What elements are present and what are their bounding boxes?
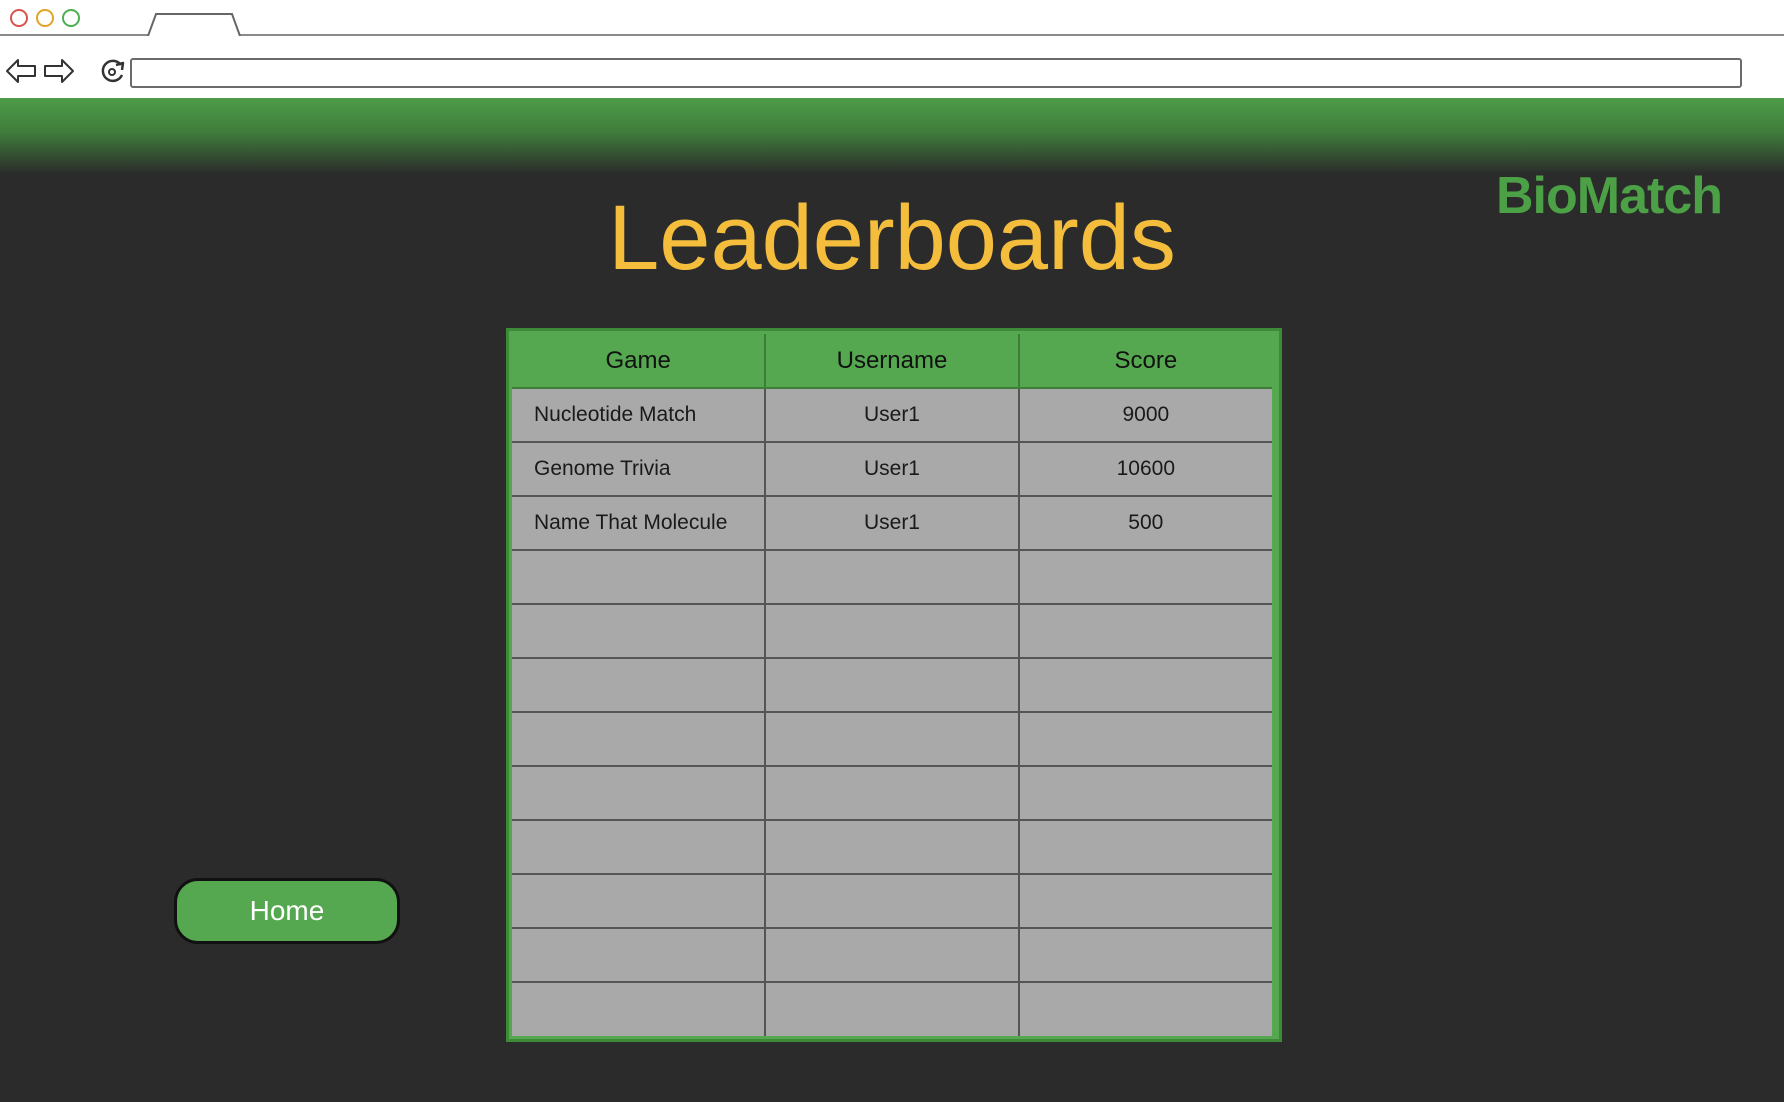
table-row xyxy=(512,982,1272,1036)
table-row xyxy=(512,658,1272,713)
score-cell xyxy=(1018,928,1272,983)
table-row xyxy=(512,874,1272,929)
close-window-icon[interactable] xyxy=(10,9,28,27)
column-header-game[interactable]: Game xyxy=(512,334,767,389)
browser-toolbar xyxy=(0,36,1784,98)
username-cell xyxy=(765,982,1020,1036)
table-row xyxy=(512,928,1272,983)
username-cell: User1 xyxy=(765,496,1020,551)
table-row xyxy=(512,766,1272,821)
minimize-window-icon[interactable] xyxy=(36,9,54,27)
game-cell: Genome Trivia xyxy=(512,442,767,497)
leaderboard-table: Game Username Score Nucleotide Match User… xyxy=(506,328,1282,1042)
username-cell xyxy=(765,820,1020,875)
home-button[interactable]: Home xyxy=(174,878,400,944)
score-cell: 500 xyxy=(1018,496,1272,551)
table-row xyxy=(512,604,1272,659)
table-header-row: Game Username Score xyxy=(512,334,1272,389)
game-cell xyxy=(512,874,767,929)
table-row: Nucleotide Match User1 9000 xyxy=(512,388,1272,443)
table-row xyxy=(512,820,1272,875)
username-cell: User1 xyxy=(765,442,1020,497)
maximize-window-icon[interactable] xyxy=(62,9,80,27)
browser-tab[interactable] xyxy=(146,12,242,36)
column-header-score[interactable]: Score xyxy=(1018,334,1272,389)
table-row: Genome Trivia User1 10600 xyxy=(512,442,1272,497)
username-cell xyxy=(765,550,1020,605)
username-cell xyxy=(765,604,1020,659)
address-bar[interactable] xyxy=(130,58,1742,88)
score-cell xyxy=(1018,874,1272,929)
game-cell xyxy=(512,982,767,1036)
score-cell xyxy=(1018,550,1272,605)
game-cell: Nucleotide Match xyxy=(512,388,767,443)
game-cell xyxy=(512,658,767,713)
game-cell xyxy=(512,928,767,983)
table-row xyxy=(512,712,1272,767)
game-cell xyxy=(512,604,767,659)
header-banner xyxy=(0,98,1784,174)
score-cell xyxy=(1018,766,1272,821)
score-cell xyxy=(1018,982,1272,1036)
username-cell xyxy=(765,874,1020,929)
arrow-right-icon[interactable] xyxy=(42,56,76,86)
game-cell xyxy=(512,820,767,875)
username-cell xyxy=(765,766,1020,821)
browser-titlebar xyxy=(0,0,1784,36)
table-row: Name That Molecule User1 500 xyxy=(512,496,1272,551)
score-cell: 10600 xyxy=(1018,442,1272,497)
page-title: Leaderboards xyxy=(608,187,1176,289)
arrow-left-icon[interactable] xyxy=(4,56,38,86)
username-cell xyxy=(765,928,1020,983)
table-row xyxy=(512,550,1272,605)
column-header-username[interactable]: Username xyxy=(765,334,1020,389)
game-cell xyxy=(512,766,767,821)
score-cell xyxy=(1018,604,1272,659)
score-cell xyxy=(1018,820,1272,875)
username-cell xyxy=(765,712,1020,767)
game-cell xyxy=(512,550,767,605)
game-cell xyxy=(512,712,767,767)
username-cell: User1 xyxy=(765,388,1020,443)
score-cell: 9000 xyxy=(1018,388,1272,443)
score-cell xyxy=(1018,658,1272,713)
reload-icon[interactable] xyxy=(96,56,130,86)
score-cell xyxy=(1018,712,1272,767)
game-cell: Name That Molecule xyxy=(512,496,767,551)
leaderboard-rows: Nucleotide Match User1 9000 Genome Trivia Us… xyxy=(512,388,1272,1036)
username-cell xyxy=(765,658,1020,713)
